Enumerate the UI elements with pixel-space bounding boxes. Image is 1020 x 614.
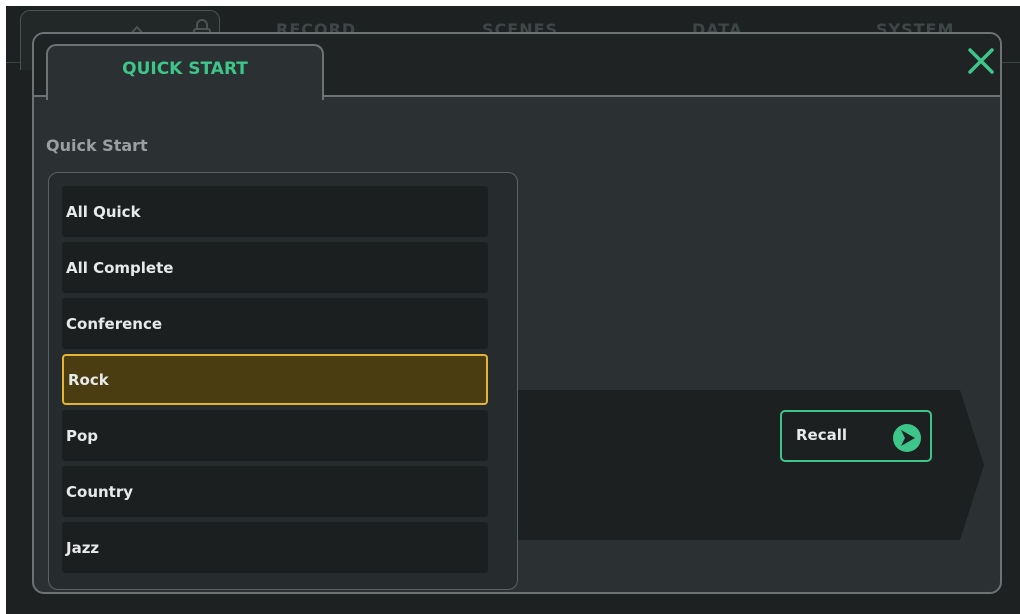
list-item-jazz[interactable]: Jazz: [62, 522, 488, 573]
list-item-country[interactable]: Country: [62, 466, 488, 517]
list-item-rock[interactable]: Rock: [62, 354, 488, 405]
list-item-label: All Quick: [66, 202, 141, 221]
list-item-conference[interactable]: Conference: [62, 298, 488, 349]
list-item-label: Conference: [66, 314, 163, 333]
list-item-label: Rock: [68, 370, 109, 389]
list-item-label: Country: [66, 482, 134, 501]
list-item-label: Jazz: [66, 538, 100, 557]
recall-button[interactable]: Recall: [780, 410, 932, 462]
list-item-all-quick[interactable]: All Quick: [62, 186, 488, 237]
list-item-label: All Complete: [66, 258, 174, 277]
list-item-all-complete[interactable]: All Complete: [62, 242, 488, 293]
quick-start-list: All Quick All Complete Conference Rock P…: [48, 172, 518, 590]
tab-quick-start-label: QUICK START: [122, 59, 248, 79]
recall-button-label: Recall: [796, 426, 848, 444]
mixer-screen: RECORD SCENES DATA SYSTEM QUICK START Qu…: [6, 6, 1020, 614]
list-item-pop[interactable]: Pop: [62, 410, 488, 461]
tab-quick-start[interactable]: QUICK START: [46, 44, 324, 100]
quick-start-dialog: QUICK START Quick Start All Quick All Co…: [32, 32, 1002, 594]
recall-arrow-icon: [893, 424, 921, 452]
close-icon[interactable]: [964, 44, 998, 78]
section-title: Quick Start: [46, 136, 148, 155]
list-item-label: Pop: [66, 426, 99, 445]
